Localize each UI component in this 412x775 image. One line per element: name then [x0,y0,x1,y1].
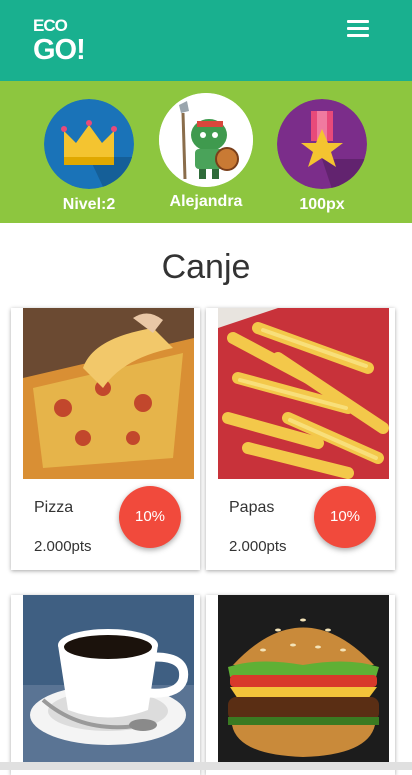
bottom-scroll-edge [0,762,412,770]
discount-badge[interactable]: 10% [119,486,181,548]
ecogo-logo[interactable]: ECO GO! [33,14,86,72]
burger-image [218,595,389,766]
hamburger-menu-icon[interactable] [343,18,373,42]
coffee-image [23,595,194,766]
reward-card-coffee[interactable] [11,595,200,775]
medal-icon[interactable] [277,99,367,189]
logo-line2: GO! [33,34,86,66]
avatar[interactable] [159,93,253,187]
reward-name: Papas [229,499,275,516]
reward-card-pizza[interactable]: Pizza 2.000pts 10% [11,308,200,570]
level-label: Nivel:2 [62,196,116,213]
pizza-image [23,308,194,479]
reward-name: Pizza [34,499,74,516]
page-title: Canje [161,248,251,286]
reward-card-papas[interactable]: Papas 2.000pts 10% [206,308,395,570]
top-bar: ECO GO! [0,0,412,81]
user-name: Alejandra [169,193,243,210]
reward-points: 2.000pts [34,538,92,555]
reward-card-burger[interactable] [206,595,395,775]
profile-band: Nivel:2 Alejandra 100px [0,81,412,223]
fries-image [218,308,389,479]
discount-badge[interactable]: 10% [314,486,376,548]
reward-points: 2.000pts [229,538,287,555]
logo-line1: ECO [33,16,68,35]
points-label: 100px [299,196,345,213]
crown-icon[interactable] [44,99,134,189]
